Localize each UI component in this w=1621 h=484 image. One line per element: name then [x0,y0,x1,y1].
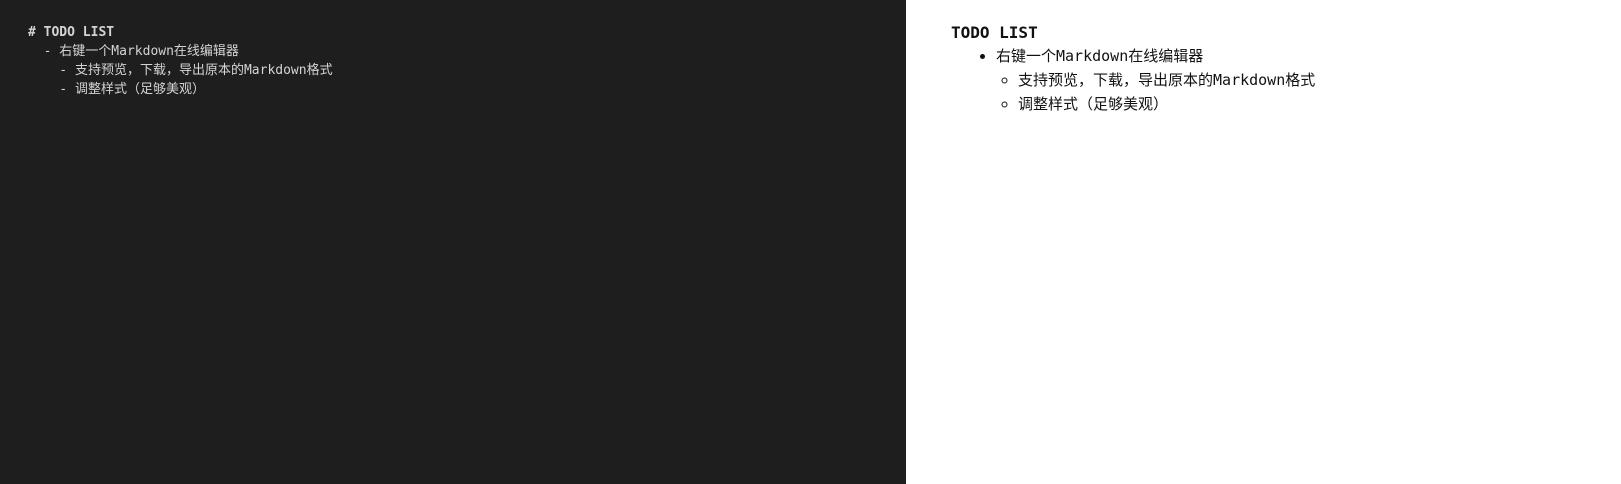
editor-line-heading[interactable]: # TODO LIST [28,23,906,42]
editor-line-item[interactable]: - 右键一个Markdown在线编辑器 [28,42,906,61]
markdown-editor-app: # TODO LIST - 右键一个Markdown在线编辑器 - 支持预览，下… [0,0,1621,484]
preview-sublist-item-text: 支持预览，下载，导出原本的Markdown格式 [1018,71,1316,89]
preview-list: 右键一个Markdown在线编辑器 支持预览，下载，导出原本的Markdown格… [951,44,1621,116]
preview-sublist-item: 支持预览，下载，导出原本的Markdown格式 [1018,68,1621,92]
markdown-preview-pane: TODO LIST 右键一个Markdown在线编辑器 支持预览，下载，导出原本… [906,0,1621,484]
preview-sublist-item: 调整样式（足够美观） [1018,92,1621,116]
preview-list-item-text: 右键一个Markdown在线编辑器 [996,47,1204,65]
preview-sublist-item-text: 调整样式（足够美观） [1018,95,1169,113]
preview-sublist: 支持预览，下载，导出原本的Markdown格式 调整样式（足够美观） [996,68,1621,116]
preview-list-item: 右键一个Markdown在线编辑器 支持预览，下载，导出原本的Markdown格… [996,44,1621,116]
editor-line-subitem[interactable]: - 支持预览，下载，导出原本的Markdown格式 [28,61,906,80]
editor-line-subitem[interactable]: - 调整样式（足够美观） [28,80,906,99]
preview-heading: TODO LIST [951,23,1038,42]
markdown-source-editor[interactable]: # TODO LIST - 右键一个Markdown在线编辑器 - 支持预览，下… [0,0,906,484]
